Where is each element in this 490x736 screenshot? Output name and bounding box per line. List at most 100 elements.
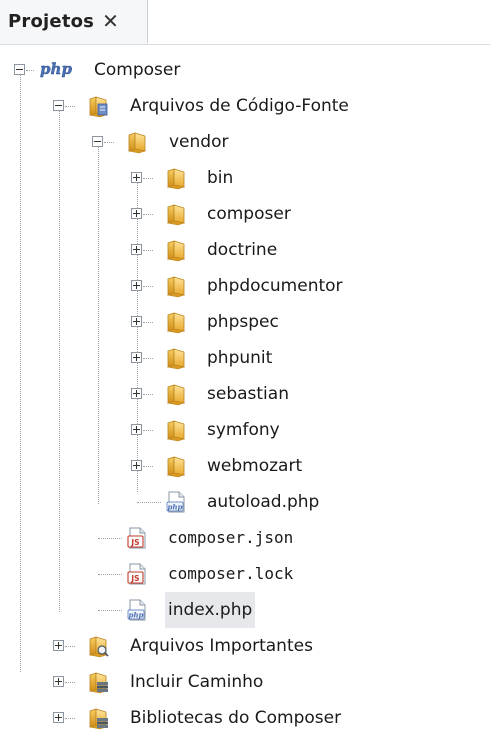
tree-node-composer-folder[interactable]: composer bbox=[0, 196, 490, 232]
tree-node-label: index.php bbox=[165, 592, 256, 628]
svg-text:php: php bbox=[129, 611, 144, 620]
tree-node-source-files[interactable]: Arquivos de Código-Fonte bbox=[0, 88, 490, 124]
tree-connector bbox=[143, 322, 153, 323]
json-file-icon: JS bbox=[127, 526, 149, 550]
tree-node-important-files[interactable]: Arquivos Importantes bbox=[0, 628, 490, 664]
tree-connector bbox=[137, 502, 161, 503]
tree-node-index-php[interactable]: php index.php bbox=[0, 592, 490, 628]
tree-node-label: Incluir Caminho bbox=[130, 672, 264, 692]
tree-node-label: webmozart bbox=[207, 456, 303, 476]
tree-connector bbox=[143, 178, 153, 179]
tree-node-include-path[interactable]: Incluir Caminho bbox=[0, 664, 490, 700]
tree-node-phpunit[interactable]: phpunit bbox=[0, 340, 490, 376]
php-file-icon: php bbox=[166, 490, 188, 514]
expand-toggle-icon[interactable] bbox=[131, 352, 142, 363]
tree-node-bin[interactable]: bin bbox=[0, 160, 490, 196]
tree-connector bbox=[98, 538, 122, 539]
tree-connector bbox=[143, 250, 153, 251]
tree-node-label: bin bbox=[207, 168, 234, 188]
tree-connector bbox=[143, 466, 153, 467]
tree-node-label: symfony bbox=[207, 420, 280, 440]
tree-node-label: Arquivos de Código-Fonte bbox=[130, 96, 349, 116]
tree-node-label: phpunit bbox=[207, 348, 273, 368]
folder-icon bbox=[125, 130, 149, 154]
tree-node-label: composer.lock bbox=[168, 564, 294, 583]
source-folder-icon bbox=[86, 94, 108, 118]
tree-node-label: Bibliotecas do Composer bbox=[130, 708, 342, 728]
expand-toggle-icon[interactable] bbox=[131, 244, 142, 255]
close-icon[interactable]: ✕ bbox=[102, 11, 119, 31]
tree-connector bbox=[65, 682, 75, 683]
collapse-toggle-icon[interactable] bbox=[53, 100, 64, 111]
tree-node-label: composer.json bbox=[168, 528, 294, 547]
tab-label: Projetos bbox=[8, 10, 95, 32]
important-files-icon bbox=[86, 634, 109, 658]
tree-connector bbox=[65, 718, 75, 719]
folder-icon bbox=[164, 202, 188, 226]
collapse-toggle-icon[interactable] bbox=[14, 64, 25, 75]
expand-toggle-icon[interactable] bbox=[131, 280, 142, 291]
tree-node-doctrine[interactable]: doctrine bbox=[0, 232, 490, 268]
expand-toggle-icon[interactable] bbox=[131, 316, 142, 327]
folder-icon bbox=[164, 166, 188, 190]
tree-connector bbox=[26, 70, 34, 71]
php-project-icon: php bbox=[40, 60, 73, 78]
tree-node-label: composer bbox=[207, 204, 291, 224]
expand-toggle-icon[interactable] bbox=[131, 172, 142, 183]
folder-icon bbox=[164, 346, 188, 370]
tree-node-vendor[interactable]: vendor bbox=[0, 124, 490, 160]
tree-node-phpdocumentor[interactable]: phpdocumentor bbox=[0, 268, 490, 304]
tree-node-label: phpspec bbox=[207, 312, 279, 332]
expand-toggle-icon[interactable] bbox=[131, 208, 142, 219]
tree-node-composer-lock[interactable]: JS composer.lock bbox=[0, 556, 490, 592]
expand-toggle-icon[interactable] bbox=[53, 676, 64, 687]
tree-node-label: Composer bbox=[94, 60, 181, 80]
tree-node-autoload-php[interactable]: php autoload.php bbox=[0, 484, 490, 520]
tree-node-label: phpdocumentor bbox=[207, 276, 343, 296]
library-folder-icon bbox=[86, 706, 108, 730]
tree-node-sebastian[interactable]: sebastian bbox=[0, 376, 490, 412]
folder-icon bbox=[164, 310, 188, 334]
tree-node-symfony[interactable]: symfony bbox=[0, 412, 490, 448]
tree-connector bbox=[143, 214, 153, 215]
json-file-icon: JS bbox=[127, 562, 149, 586]
tree-connector bbox=[143, 358, 153, 359]
svg-text:php: php bbox=[40, 60, 72, 78]
tree-connector bbox=[98, 610, 122, 611]
folder-icon bbox=[164, 274, 188, 298]
expand-toggle-icon[interactable] bbox=[131, 388, 142, 399]
tree-connector bbox=[98, 574, 122, 575]
tab-projetos[interactable]: Projetos ✕ bbox=[0, 0, 148, 44]
expand-toggle-icon[interactable] bbox=[53, 640, 64, 651]
php-file-icon: php bbox=[127, 598, 149, 622]
collapse-toggle-icon[interactable] bbox=[92, 136, 103, 147]
tree-connector bbox=[143, 286, 153, 287]
tree-node-phpspec[interactable]: phpspec bbox=[0, 304, 490, 340]
svg-text:JS: JS bbox=[130, 538, 139, 547]
tree-node-composer[interactable]: php Composer bbox=[0, 52, 490, 88]
tree-node-label: doctrine bbox=[207, 240, 278, 260]
tree-node-label: sebastian bbox=[207, 384, 289, 404]
library-folder-icon bbox=[86, 670, 108, 694]
tree-connector bbox=[143, 430, 153, 431]
expand-toggle-icon[interactable] bbox=[53, 712, 64, 723]
project-tree: php Composer Arquivos de Código-Fonte ve… bbox=[0, 44, 490, 724]
tree-node-label: Arquivos Importantes bbox=[130, 636, 313, 656]
svg-text:JS: JS bbox=[130, 574, 139, 583]
folder-icon bbox=[164, 382, 188, 406]
tree-connector bbox=[104, 142, 114, 143]
folder-icon bbox=[164, 418, 188, 442]
expand-toggle-icon[interactable] bbox=[131, 460, 142, 471]
tree-node-label: autoload.php bbox=[207, 492, 320, 512]
tree-node-webmozart[interactable]: webmozart bbox=[0, 448, 490, 484]
folder-icon bbox=[164, 454, 188, 478]
tree-connector bbox=[143, 394, 153, 395]
tree-connector bbox=[65, 106, 75, 107]
svg-text:php: php bbox=[168, 503, 183, 512]
tab-bar: Projetos ✕ bbox=[0, 0, 490, 45]
tree-connector bbox=[65, 646, 75, 647]
tree-node-label: vendor bbox=[169, 132, 229, 152]
expand-toggle-icon[interactable] bbox=[131, 424, 142, 435]
tree-node-composer-libraries[interactable]: Bibliotecas do Composer bbox=[0, 700, 490, 736]
tree-node-composer-json[interactable]: JS composer.json bbox=[0, 520, 490, 556]
